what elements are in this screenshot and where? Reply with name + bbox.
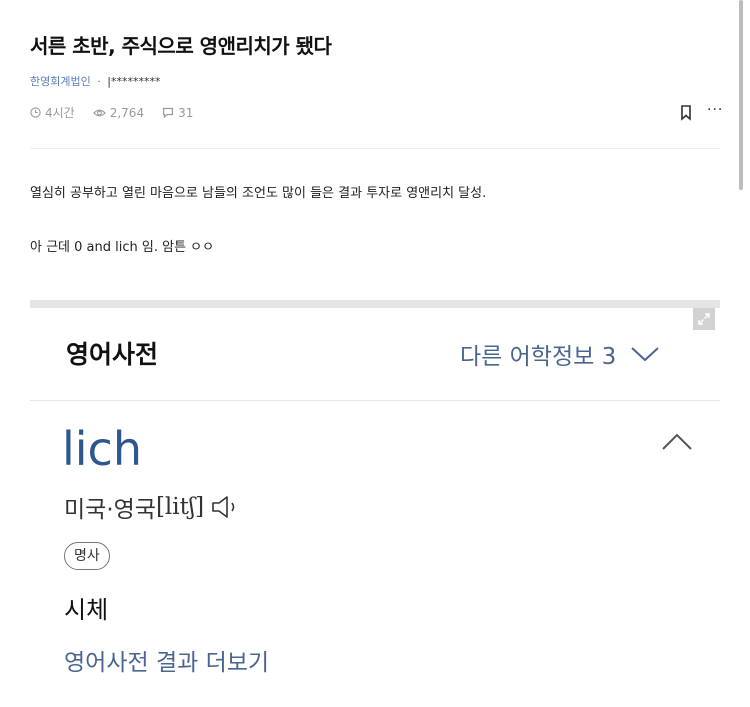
separator: · (97, 75, 101, 88)
chevron-up-icon[interactable] (660, 430, 694, 452)
other-language-info[interactable]: 다른 어학정보 3 (460, 337, 660, 371)
more-options-button[interactable]: ··· (707, 103, 723, 117)
pronunciation-label: 미국·영국 (64, 497, 156, 523)
time-text: 4시간 (45, 106, 75, 120)
company-link[interactable]: 한영회계법인 (30, 75, 91, 88)
word-meaning: 시체 (64, 596, 109, 624)
meta-row: 4시간 2,764 31 (30, 104, 211, 121)
expand-icon[interactable] (693, 308, 715, 330)
bookmark-icon[interactable] (678, 104, 694, 122)
pronunciation-row: 미국·영국 [litʃ] (64, 490, 250, 524)
time-meta: 4시간 (30, 104, 75, 121)
other-info-label: 다른 어학정보 3 (460, 344, 617, 370)
speech-bubble-icon (162, 107, 174, 118)
author-name: |********* (107, 75, 161, 88)
views-count: 2,764 (109, 105, 145, 120)
dictionary-band (30, 300, 720, 308)
post-body-line-2: 아 근데 0 and lich 임. 암튼 ㅇㅇ (30, 240, 215, 255)
speaker-icon[interactable] (210, 494, 250, 520)
dictionary-title: 영어사전 (66, 340, 159, 369)
divider (30, 400, 720, 401)
scrollbar[interactable] (739, 0, 743, 190)
chevron-down-icon (631, 347, 659, 362)
pronunciation-ipa: [litʃ] (155, 494, 205, 520)
divider (30, 148, 720, 149)
clock-icon (30, 107, 41, 118)
post-title: 서른 초반, 주식으로 영앤리치가 됐다 (30, 34, 332, 58)
post-body-line-1: 열심히 공부하고 열린 마음으로 남들의 조언도 많이 들은 결과 투자로 영앤… (30, 186, 487, 201)
eye-icon (92, 109, 106, 116)
author-row: 한영회계법인 · |********* (30, 73, 160, 89)
comments-count: 31 (178, 105, 194, 120)
dictionary-word[interactable]: lich (62, 422, 142, 476)
part-of-speech-badge: 명사 (64, 542, 110, 570)
more-results-link[interactable]: 영어사전 결과 더보기 (64, 643, 269, 677)
views-meta: 2,764 (92, 105, 145, 120)
comments-meta[interactable]: 31 (162, 106, 193, 120)
